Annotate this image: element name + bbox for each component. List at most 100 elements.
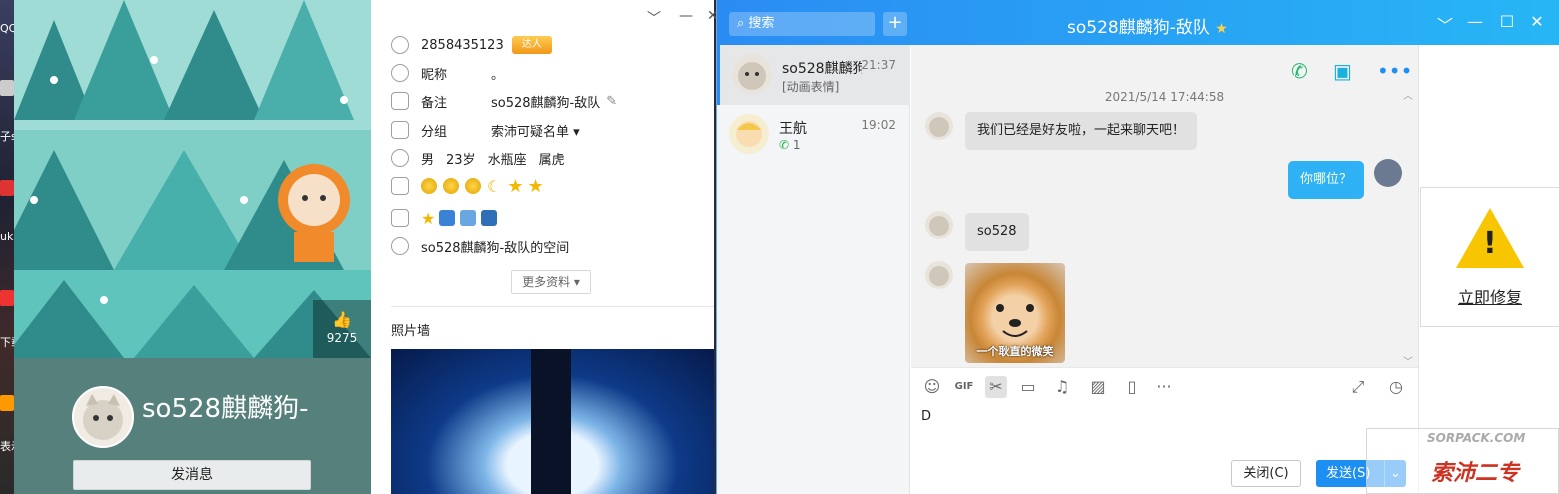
chat-window: ⌕ 搜索 + so528麒麟狗-敌队 ★ ﹀ — ☐ ✕ so528麒麟狗 21… xyxy=(716,0,1559,494)
folder-icon[interactable]: ▭ xyxy=(1017,376,1039,398)
sender-avatar[interactable] xyxy=(925,112,953,140)
emoji-icon[interactable]: ☺ xyxy=(921,376,943,398)
sender-avatar[interactable] xyxy=(925,211,953,239)
contact-time: 21:37 xyxy=(861,58,896,72)
desktop-label[interactable]: QQ xyxy=(0,22,14,35)
level-row: ☾ ★ ★ xyxy=(391,175,548,197)
contact-time: 19:02 xyxy=(861,118,896,132)
scissors-icon[interactable]: ✂ xyxy=(985,376,1007,398)
contact-item[interactable]: 王航 19:02 ✆ 1 xyxy=(717,105,910,165)
video-call-icon[interactable]: ▣ xyxy=(1333,59,1352,83)
message-input-text[interactable]: D xyxy=(921,409,931,424)
more-icon[interactable]: ••• xyxy=(1377,59,1412,83)
desktop-label[interactable]: 表示 xyxy=(0,438,14,454)
my-avatar[interactable] xyxy=(1374,159,1402,187)
space-row: so528麒麟狗-敌队的空间 xyxy=(391,235,569,257)
like-button[interactable]: 👍 9275 xyxy=(313,300,371,358)
expand-icon[interactable]: ⤢ xyxy=(1347,376,1369,398)
search-placeholder: 搜索 xyxy=(748,16,775,31)
remark-value[interactable]: so528麒麟狗-敌队 xyxy=(491,92,600,111)
message-bubble[interactable]: 我们已经是好友啦，一起来聊天吧！ xyxy=(965,112,1198,150)
phone-icon: ✆ xyxy=(779,138,790,152)
my-message-bubble[interactable]: 你哪位？ xyxy=(1288,161,1365,199)
desktop-app-icon[interactable] xyxy=(0,180,14,196)
search-input[interactable]: ⌕ 搜索 xyxy=(729,12,875,36)
close-icon[interactable]: ✕ xyxy=(1527,12,1547,31)
right-panel: ! 立即修复 xyxy=(1418,45,1559,494)
add-button[interactable]: + xyxy=(883,12,907,36)
scroll-down-icon[interactable]: ﹀ xyxy=(1403,353,1413,368)
message-input[interactable]: D 关闭(C) 发送(S) ⌄ xyxy=(911,405,1418,494)
star-level-icon[interactable]: ★ xyxy=(507,176,523,197)
star-outline-icon xyxy=(391,237,409,255)
gender: 男 xyxy=(421,152,435,168)
moon-level-icon[interactable]: ☾ xyxy=(487,177,501,196)
remark-label: 备注 xyxy=(421,95,448,111)
music-icon[interactable]: ♫ xyxy=(1051,376,1073,398)
camera-service-icon[interactable] xyxy=(439,210,456,226)
close-button[interactable]: 关闭(C) xyxy=(1231,460,1301,487)
group-dropdown[interactable]: 索沛可疑名单 ▾ xyxy=(491,121,580,140)
send-label: 发送(S) xyxy=(1326,466,1371,481)
home-icon xyxy=(391,209,409,227)
zodiac: 水瓶座 xyxy=(487,152,527,168)
history-clock-icon[interactable]: ◷ xyxy=(1385,376,1407,398)
profile-info: ﹀ — ✕ 2858435123 达人 昵称 。 备注 so528麒麟狗-敌队 … xyxy=(371,0,719,494)
minimize-icon[interactable]: — xyxy=(679,8,693,24)
watermark-text: SORPACK.COM xyxy=(1427,431,1526,445)
desktop-label[interactable]: 下载 xyxy=(0,334,14,350)
more-tools-icon[interactable]: ··· xyxy=(1153,376,1175,398)
sender-avatar[interactable] xyxy=(925,261,953,289)
space-link[interactable]: so528麒麟狗-敌队的空间 xyxy=(421,237,569,256)
avatar[interactable] xyxy=(72,386,134,448)
title-bar: ⌕ 搜索 + so528麒麟狗-敌队 ★ ﹀ — ☐ ✕ xyxy=(717,0,1559,45)
sticker-caption: 一个耿直的微笑 xyxy=(976,345,1054,358)
cat-avatar-icon xyxy=(929,266,949,286)
photo-wall-image[interactable] xyxy=(391,349,714,494)
photo-figure xyxy=(531,349,571,494)
phone-service-icon[interactable] xyxy=(481,210,498,226)
chat-title-text: so528麒麟狗-敌队 xyxy=(1067,18,1210,38)
maximize-icon[interactable]: ☐ xyxy=(1497,12,1517,31)
edit-pencil-icon[interactable]: ✎ xyxy=(606,94,617,109)
card-icon xyxy=(391,92,409,110)
voice-call-icon[interactable]: ✆ xyxy=(1291,59,1308,83)
screen-record-icon[interactable]: ▯ xyxy=(1121,376,1143,398)
send-message-button[interactable]: 发消息 xyxy=(73,460,311,490)
sun-level-icon[interactable] xyxy=(465,178,481,194)
desktop-label[interactable]: uk xyxy=(0,230,14,243)
contact-item[interactable]: so528麒麟狗 21:37 [动画表情] xyxy=(717,45,910,105)
mail-service-icon[interactable] xyxy=(460,210,477,226)
chevron-down-icon[interactable]: ﹀ xyxy=(1435,12,1455,36)
person-icon xyxy=(391,149,409,167)
qq-number: 2858435123 xyxy=(421,37,504,53)
more-info-button[interactable]: 更多资料 ▾ xyxy=(511,270,591,294)
expert-badge[interactable]: 达人 xyxy=(511,36,552,54)
nickname-label: 昵称 xyxy=(421,67,448,83)
desktop-app-icon[interactable] xyxy=(0,395,14,411)
vip-star-icon[interactable]: ★ xyxy=(421,209,435,228)
repair-now-link[interactable]: 立即修复 xyxy=(1421,284,1559,308)
remark-row: 备注 so528麒麟狗-敌队 ✎ xyxy=(391,90,617,112)
chevron-down-icon[interactable]: ﹀ xyxy=(647,8,661,28)
image-icon[interactable]: ▨ xyxy=(1087,376,1109,398)
services-row: ★ xyxy=(391,207,502,229)
sun-level-icon[interactable] xyxy=(443,178,459,194)
desktop-edge: QQ 子s uk 下载 表示 xyxy=(0,0,14,494)
thumbs-up-icon: 👍 xyxy=(332,310,352,329)
group-icon xyxy=(391,121,409,139)
minimize-icon[interactable]: — xyxy=(1465,12,1485,31)
gif-icon[interactable]: GIF xyxy=(953,376,975,398)
conversation-area: ✆ ▣ ••• ︿ 2021/5/14 17:44:58 我们已经是好友啦，一起… xyxy=(911,45,1418,368)
sun-level-icon[interactable] xyxy=(421,178,437,194)
star-level-icon[interactable]: ★ xyxy=(527,176,543,197)
profile-name: so528麒麟狗- xyxy=(142,394,309,424)
star-icon: ★ xyxy=(1215,21,1228,37)
sticker-image[interactable]: 一个耿直的微笑 xyxy=(965,263,1065,363)
cat-avatar-icon xyxy=(929,117,949,137)
desktop-app-icon[interactable] xyxy=(0,80,14,96)
message-bubble[interactable]: so528 xyxy=(965,213,1029,251)
desktop-label[interactable]: 子s xyxy=(0,128,14,144)
contact-list: so528麒麟狗 21:37 [动画表情] 王航 19:02 ✆ 1 xyxy=(717,45,910,494)
desktop-app-icon[interactable] xyxy=(0,290,14,306)
